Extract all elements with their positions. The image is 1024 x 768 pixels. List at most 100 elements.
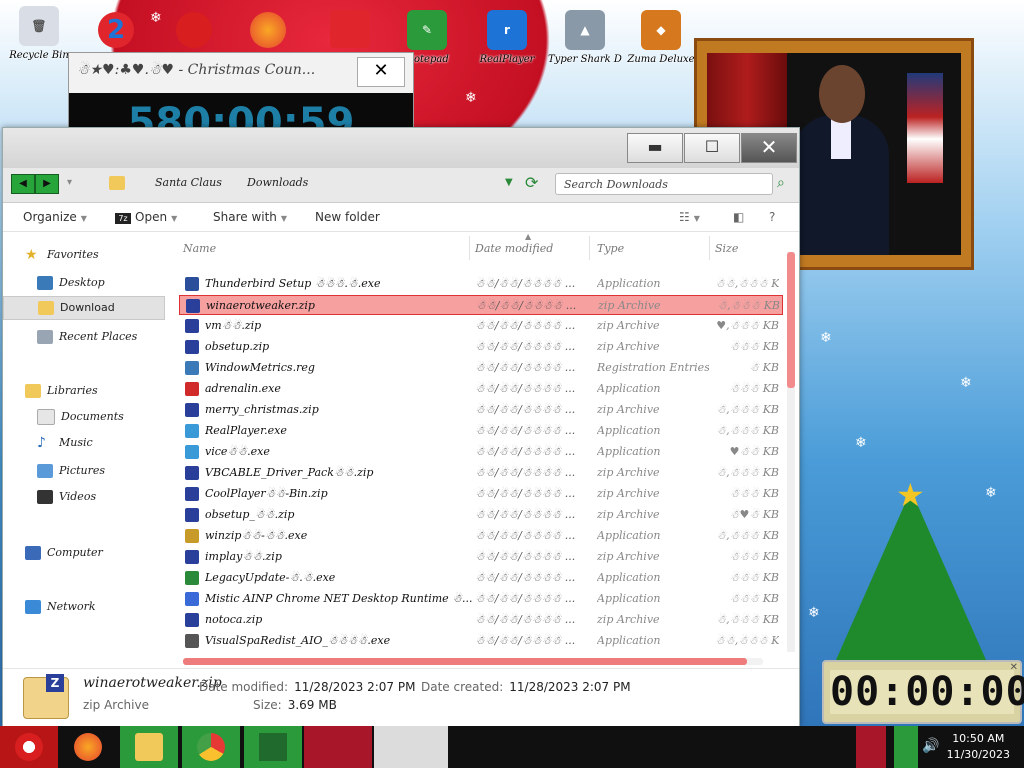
open-button[interactable]: 7z Open ▼: [115, 210, 177, 224]
timer-close-icon[interactable]: ✕: [1010, 662, 1018, 673]
breadcrumb-santa-claus[interactable]: Santa Claus: [155, 176, 222, 189]
file-date-cell: ☃☃/☃☃/☃☃☃☃ ...: [475, 424, 576, 437]
table-row[interactable]: adrenalin.exe ☃☃/☃☃/☃☃☃☃ ... Application ☃☃…: [179, 379, 783, 399]
chevron-down-icon[interactable]: ▾: [67, 177, 72, 188]
nav-network[interactable]: Network: [3, 596, 163, 618]
details-pane: Z winaerotweaker.zip zip Archive Date mo…: [3, 668, 799, 727]
table-row[interactable]: merry_christmas.zip ☃☃/☃☃/☃☃☃☃ ... zip Arc…: [179, 400, 783, 420]
file-date-cell: ☃☃/☃☃/☃☃☃☃ ...: [475, 508, 576, 521]
nav-videos[interactable]: Videos: [3, 486, 163, 508]
recycle-bin-icon[interactable]: 🗑 Recycle Bin: [2, 6, 76, 61]
taskbar-app[interactable]: [304, 726, 372, 768]
taskbar-tree[interactable]: [244, 726, 302, 768]
table-row[interactable]: Thunderbird Setup ☃☃☃.☃.exe ☃☃/☃☃/☃☃☃☃ ..…: [179, 274, 783, 294]
column-header-date[interactable]: Date modified: [475, 242, 553, 255]
search-input[interactable]: Search Downloads: [555, 173, 773, 195]
person-shirt: [831, 119, 851, 159]
nav-recent-places[interactable]: Recent Places: [3, 326, 163, 348]
nav-pictures[interactable]: Pictures: [3, 460, 163, 482]
system-clock[interactable]: 10:50 AM 11/30/2023: [947, 731, 1010, 763]
minimize-button[interactable]: ▬: [627, 133, 683, 163]
maximize-button[interactable]: ☐: [684, 133, 740, 163]
table-row[interactable]: VisualSpaRedist_AIO_☃☃☃☃.exe ☃☃/☃☃/☃☃☃☃ .…: [179, 631, 783, 651]
file-name-cell: obsetup_☃☃.zip: [205, 508, 295, 521]
file-name-cell: RealPlayer.exe: [205, 424, 287, 437]
taskbar-firefox[interactable]: [62, 726, 114, 768]
view-options-icon[interactable]: ☷ ▼: [679, 210, 700, 224]
help-button[interactable]: ?: [769, 210, 775, 224]
table-row[interactable]: RealPlayer.exe ☃☃/☃☃/☃☃☃☃ ... Application ☃…: [179, 421, 783, 441]
puffle-icon[interactable]: [176, 12, 212, 48]
file-size-cell: ☃☃,☃☃☃ KB: [715, 277, 779, 290]
volume-icon[interactable]: 🔊: [922, 738, 939, 754]
nav-libraries[interactable]: Libraries: [3, 380, 163, 402]
table-row[interactable]: notoca.zip ☃☃/☃☃/☃☃☃☃ ... zip Archive ☃,☃☃☃…: [179, 610, 783, 630]
shrine-icon[interactable]: [330, 10, 370, 48]
scrollbar-thumb[interactable]: [787, 252, 795, 388]
nav-documents[interactable]: Documents: [3, 406, 163, 428]
nav-download[interactable]: Download: [3, 296, 165, 320]
details-file-type: zip Archive: [83, 698, 149, 712]
new-folder-button[interactable]: New folder: [315, 210, 380, 224]
vertical-scrollbar[interactable]: [787, 252, 795, 652]
countdown-close-button[interactable]: ✕: [357, 57, 405, 87]
file-date-cell: ☃☃/☃☃/☃☃☃☃ ...: [475, 592, 576, 605]
table-row[interactable]: CoolPlayer☃☃-Bin.zip ☃☃/☃☃/☃☃☃☃ ... zip Ar…: [179, 484, 783, 504]
table-row[interactable]: VBCABLE_Driver_Pack☃☃.zip ☃☃/☃☃/☃☃☃☃ ... z…: [179, 463, 783, 483]
organize-button[interactable]: Organize ▼: [23, 210, 87, 224]
file-type-icon: [185, 550, 199, 564]
timer-widget[interactable]: 00:00:00 ✕: [822, 660, 1024, 724]
taskbar-explorer[interactable]: [120, 726, 178, 768]
dropdown-arrow-icon[interactable]: ▼: [505, 177, 513, 188]
explorer-window[interactable]: ▬ ☐ ✕ ◀ ▶ ▾ Santa Claus Downloads ▼ ⟳ Se…: [2, 127, 800, 727]
file-type-cell: zip Archive: [597, 613, 660, 626]
breadcrumb-downloads[interactable]: Downloads: [247, 176, 308, 189]
close-button[interactable]: ✕: [741, 133, 797, 163]
typer-shark-icon[interactable]: ▲ Typer Shark Deluxe: [548, 10, 622, 65]
scrollbar-thumb[interactable]: [183, 658, 747, 665]
column-header-size[interactable]: Size: [715, 242, 738, 255]
preview-pane-icon[interactable]: ◧: [733, 210, 744, 224]
table-row[interactable]: WindowMetrics.reg ☃☃/☃☃/☃☃☃☃ ... Registrat…: [179, 358, 783, 378]
firefox-desktop-icon[interactable]: [250, 12, 286, 48]
back-button[interactable]: ◀: [11, 174, 35, 194]
taskbar-chrome[interactable]: [182, 726, 240, 768]
table-row[interactable]: vice☃☃.exe ☃☃/☃☃/☃☃☃☃ ... Application ♥☃☃ K…: [179, 442, 783, 462]
network-tray-icon[interactable]: [894, 726, 918, 768]
title-bar[interactable]: ▬ ☐ ✕: [3, 128, 799, 168]
start-button[interactable]: [0, 726, 58, 768]
refresh-icon[interactable]: ⟳: [525, 173, 538, 192]
taskbar-app[interactable]: [374, 726, 448, 768]
zuma-icon[interactable]: ◆ Zuma Deluxe: [624, 10, 698, 65]
nav-music[interactable]: ♪ Music: [3, 432, 163, 454]
file-type-icon: [185, 277, 199, 291]
file-type-cell: zip Archive: [597, 508, 660, 521]
skype-icon[interactable]: 2: [98, 12, 134, 48]
christmas-tree: ★: [836, 476, 986, 660]
christmas-countdown-window[interactable]: ☃★♥:♣♥.☃♥ - Christmas Coun... ✕ 580:00:5…: [68, 52, 414, 134]
realplayer-icon[interactable]: r RealPlayer: [470, 10, 544, 65]
nav-computer[interactable]: Computer: [3, 542, 163, 564]
file-size-cell: ☃,☃☃☃ KB: [716, 613, 779, 626]
share-with-button[interactable]: Share with ▼: [213, 210, 287, 224]
show-hidden-icons[interactable]: [856, 726, 886, 768]
table-row[interactable]: obsetup_☃☃.zip ☃☃/☃☃/☃☃☃☃ ... zip Archive ☃…: [179, 505, 783, 525]
firefox-icon: [74, 733, 102, 761]
nav-favorites[interactable]: ★ Favorites: [3, 244, 163, 266]
table-row[interactable]: winaerotweaker.zip ☃☃/☃☃/☃☃☃☃ ... zip Arch…: [179, 295, 783, 315]
file-type-icon: [185, 634, 199, 648]
table-row[interactable]: Mistic AINP Chrome NET Desktop Runtime ☃…: [179, 589, 783, 609]
forward-button[interactable]: ▶: [35, 174, 59, 194]
search-icon[interactable]: ⌕: [777, 175, 785, 191]
table-row[interactable]: implay☃☃.zip ☃☃/☃☃/☃☃☃☃ ... zip Archive ☃☃☃…: [179, 547, 783, 567]
column-header-name[interactable]: Name: [183, 242, 216, 255]
table-row[interactable]: LegacyUpdate-☃.☃.exe ☃☃/☃☃/☃☃☃☃ ... Applic…: [179, 568, 783, 588]
file-type-cell: zip Archive: [597, 550, 660, 563]
table-row[interactable]: vm☃☃.zip ☃☃/☃☃/☃☃☃☃ ... zip Archive ♥,☃☃☃ K…: [179, 316, 783, 336]
file-type-cell: Application: [597, 277, 661, 290]
table-row[interactable]: obsetup.zip ☃☃/☃☃/☃☃☃☃ ... zip Archive ☃☃☃ …: [179, 337, 783, 357]
nav-desktop[interactable]: Desktop: [3, 272, 163, 294]
column-header-type[interactable]: Type: [597, 242, 624, 255]
horizontal-scrollbar[interactable]: [183, 658, 763, 665]
table-row[interactable]: winzip☃☃-☃☃.exe ☃☃/☃☃/☃☃☃☃ ... Application…: [179, 526, 783, 546]
